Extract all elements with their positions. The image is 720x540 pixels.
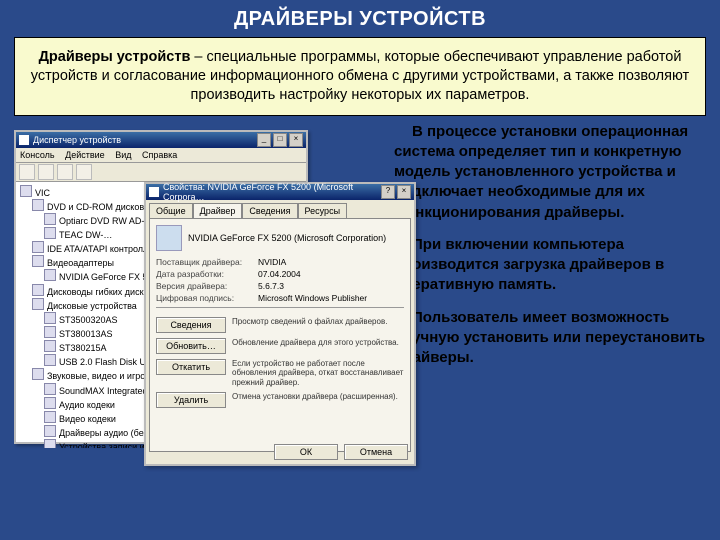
driver-action-desc: Обновление драйвера для этого устройства… [232,338,404,348]
devmgr-titlebar: Диспетчер устройств _ □ × [16,132,306,148]
computer-icon [20,185,32,197]
tree-root: VIC [35,188,50,198]
tree-item-label: Аудио кодеки [59,400,115,410]
props-titlebar: Свойства: NVIDIA GeForce FX 5200 (Micros… [146,184,414,200]
info-value: Microsoft Windows Publisher [258,293,367,303]
menu-bar: Консоль Действие Вид Справка [16,148,306,163]
dialog-icon [149,187,159,197]
device-icon [32,199,44,211]
driver-action-row: Откатить Если устройство не работает посл… [156,359,404,388]
menu-action[interactable]: Действие [65,150,105,160]
device-icon [44,213,56,225]
minimize-button[interactable]: _ [257,133,271,147]
toolbar [16,163,306,182]
tab-general[interactable]: Общие [149,203,193,218]
device-icon [32,284,44,296]
driver-action-row: Удалить Отмена установки драйвера (расшир… [156,392,404,408]
device-icon [44,383,56,395]
tree-item-label: Дисковые устройства [47,301,137,311]
driver-action-button[interactable]: Откатить [156,359,226,375]
props-panel: NVIDIA GeForce FX 5200 (Microsoft Corpor… [149,218,411,452]
maximize-button[interactable]: □ [273,133,287,147]
driver-action-button[interactable]: Удалить [156,392,226,408]
tab-details[interactable]: Сведения [242,203,297,218]
props-help-button[interactable]: ? [381,185,395,199]
driver-action-row: Сведения Просмотр сведений о файлах драйв… [156,317,404,333]
tab-driver[interactable]: Драйвер [193,203,243,218]
device-icon [44,439,56,447]
menu-view[interactable]: Вид [115,150,131,160]
info-label: Дата разработки: [156,269,258,279]
cancel-button[interactable]: Отмена [344,444,408,460]
device-icon [44,340,56,352]
driver-info-row: Версия драйвера:5.6.7.3 [156,281,404,291]
screenshots-area: Диспетчер устройств _ □ × Консоль Действ… [14,122,384,452]
tree-item-label: ST380013AS [59,329,113,339]
device-icon [32,368,44,380]
driver-action-button[interactable]: Обновить… [156,338,226,354]
device-icon [44,269,56,281]
device-icon [44,312,56,324]
device-icon [156,225,182,251]
driver-info-row: Цифровая подпись:Microsoft Windows Publi… [156,293,404,303]
tb-props-icon[interactable] [57,164,73,180]
tab-resources[interactable]: Ресурсы [298,203,348,218]
device-icon [32,241,44,253]
definition-term: Драйверы устройств [39,49,191,65]
slide-title: ДРАЙВЕРЫ УСТРОЙСТВ [0,0,720,37]
tree-item-label: ST3500320AS [59,315,118,325]
device-icon [44,411,56,423]
driver-action-desc: Если устройство не работает после обновл… [232,359,404,388]
tree-item-label: Видеоадаптеры [47,258,114,268]
tree-item-label: Дисководы гибких дисков [47,287,153,297]
tree-item-label: ST380215A [59,343,107,353]
device-icon [32,298,44,310]
driver-action-desc: Просмотр сведений о файлах драйверов. [232,317,404,327]
app-icon [19,135,29,145]
props-tabs: Общие Драйвер Сведения Ресурсы [149,203,411,218]
device-icon [44,425,56,437]
device-icon [44,227,56,239]
tree-item-label: Видео кодеки [59,414,116,424]
driver-info-row: Дата разработки:07.04.2004 [156,269,404,279]
device-icon [44,326,56,338]
tb-refresh-icon[interactable] [76,164,92,180]
device-name: NVIDIA GeForce FX 5200 (Microsoft Corpor… [188,233,386,243]
tree-item-label: TEAC DW-… [59,230,112,240]
menu-help[interactable]: Справка [142,150,177,160]
close-button[interactable]: × [289,133,303,147]
paragraph-1: В процессе установки операционная систем… [394,122,706,223]
driver-action-desc: Отмена установки драйвера (расширенная). [232,392,404,402]
definition-box: Драйверы устройств – специальные програм… [14,37,706,116]
info-label: Версия драйвера: [156,281,258,291]
paragraph-2: При включении компьютера производится за… [394,235,706,296]
props-title: Свойства: NVIDIA GeForce FX 5200 (Micros… [163,182,379,202]
info-label: Поставщик драйвера: [156,257,258,267]
info-value: NVIDIA [258,257,286,267]
tb-fwd-icon[interactable] [38,164,54,180]
device-icon [32,255,44,267]
driver-properties-dialog: Свойства: NVIDIA GeForce FX 5200 (Micros… [144,182,416,466]
info-value: 5.6.7.3 [258,281,284,291]
right-text-block: В процессе установки операционная систем… [394,122,706,452]
devmgr-title: Диспетчер устройств [33,135,255,145]
info-value: 07.04.2004 [258,269,301,279]
device-icon [44,397,56,409]
ok-button[interactable]: ОК [274,444,338,460]
menu-console[interactable]: Консоль [20,150,55,160]
paragraph-3: Пользователь имеет возможность вручную у… [394,308,706,369]
info-label: Цифровая подпись: [156,293,258,303]
driver-info-row: Поставщик драйвера:NVIDIA [156,257,404,267]
device-icon [44,354,56,366]
driver-action-button[interactable]: Сведения [156,317,226,333]
props-close-button[interactable]: × [397,185,411,199]
tb-back-icon[interactable] [19,164,35,180]
driver-action-row: Обновить… Обновление драйвера для этого у… [156,338,404,354]
